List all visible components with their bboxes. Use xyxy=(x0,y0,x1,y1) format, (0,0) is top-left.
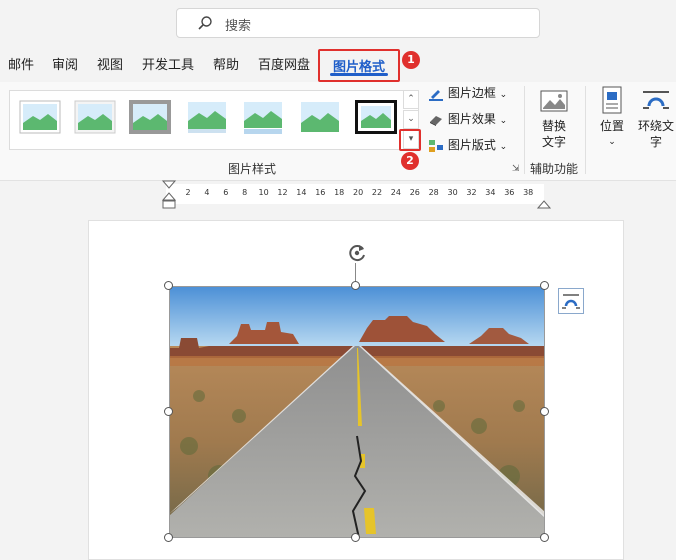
ruler-tick-label: 6 xyxy=(223,188,229,197)
tab-baidu-netdisk[interactable]: 百度网盘 xyxy=(258,54,310,73)
chevron-up-icon: ⌃ xyxy=(407,94,415,104)
picture-layout-label: 图片版式 xyxy=(447,138,496,152)
search-icon xyxy=(197,15,213,35)
ruler-tick-label: 8 xyxy=(242,188,248,197)
style-thumb-reflected[interactable] xyxy=(241,99,285,135)
ruler-tick-label: 26 xyxy=(409,188,420,197)
picture-border-label: 图片边框 xyxy=(447,86,496,100)
ruler-tick-label: 30 xyxy=(447,188,458,197)
resize-handle-bottom[interactable] xyxy=(351,533,360,542)
style-thumb-simple-frame[interactable] xyxy=(18,99,62,135)
ruler-tick-label: 34 xyxy=(485,188,496,197)
horizontal-ruler[interactable]: 2 4 6 8 10 12 14 16 18 20 22 24 26 28 30 32 34 36 38 xyxy=(166,184,544,204)
wrap-text-button[interactable]: 环绕文 字 xyxy=(636,86,676,150)
ruler-tick-label: 12 xyxy=(277,188,288,197)
wrap-text-icon xyxy=(636,86,676,118)
ruler-tick-label: 2 xyxy=(185,188,191,197)
position-label: 位置 xyxy=(599,119,624,133)
ruler-tick-label: 22 xyxy=(371,188,383,197)
picture-layout-button[interactable]: 图片版式 ⌄ xyxy=(428,135,507,155)
tab-review[interactable]: 审阅 xyxy=(52,54,78,73)
resize-handle-left[interactable] xyxy=(164,407,173,416)
position-icon xyxy=(594,86,630,118)
tab-picture-format[interactable]: 图片格式 xyxy=(318,49,400,82)
picture-styles-group-label: 图片样式 xyxy=(228,162,277,176)
ribbon-separator xyxy=(524,86,525,174)
ruler-tick-label: 36 xyxy=(504,188,515,197)
gallery-down-button[interactable]: ⌄ xyxy=(403,110,419,129)
resize-handle-top-left[interactable] xyxy=(164,281,173,290)
smartart-layout-icon xyxy=(428,138,448,152)
dropdown-arrow-icon: ⌄ xyxy=(608,137,616,147)
alt-text-line2: 文字 xyxy=(541,135,566,149)
ruler-tick-label: 14 xyxy=(296,188,307,197)
picture-styles-gallery[interactable] xyxy=(9,90,419,150)
annotation-badge-2: 2 xyxy=(401,152,419,170)
annotation-badge-1: 1 xyxy=(402,51,420,69)
wrap-text-line1: 环绕文 xyxy=(637,119,674,133)
ruler-tick-label: 24 xyxy=(390,188,401,197)
search-box[interactable]: 搜索 xyxy=(176,8,540,38)
pen-icon xyxy=(428,86,448,101)
resize-handle-bottom-left[interactable] xyxy=(164,533,173,542)
indent-marker-icon[interactable] xyxy=(161,180,177,214)
dialog-launcher-icon[interactable]: ⇲ xyxy=(512,164,520,174)
active-tab-underline xyxy=(330,73,388,76)
search-placeholder: 搜索 xyxy=(225,19,252,34)
ruler-tick-label: 38 xyxy=(523,188,534,197)
tab-view[interactable]: 视图 xyxy=(97,54,123,73)
accessibility-group-label: 辅助功能 xyxy=(530,162,579,176)
annotation-highlight-2 xyxy=(399,129,421,151)
tab-help[interactable]: 帮助 xyxy=(213,54,239,73)
style-thumb-metal-frame[interactable] xyxy=(128,99,172,135)
ruler-tick-label: 32 xyxy=(466,188,477,197)
wrap-layout-icon xyxy=(559,294,583,317)
style-thumb-beveled[interactable] xyxy=(73,99,117,135)
picture-effects-button[interactable]: 图片效果 ⌄ xyxy=(428,109,507,129)
picture-effects-label: 图片效果 xyxy=(447,112,496,126)
chevron-down-icon: ⌄ xyxy=(407,114,415,124)
style-thumb-soft-edge[interactable] xyxy=(185,99,229,135)
tab-mail[interactable]: 邮件 xyxy=(8,54,34,73)
ruler-tick-label: 28 xyxy=(428,188,439,197)
rotate-handle-icon[interactable] xyxy=(345,241,369,269)
dropdown-arrow-icon: ⌄ xyxy=(499,142,508,152)
resize-handle-bottom-right[interactable] xyxy=(540,533,549,542)
alt-text-line1: 替换 xyxy=(541,119,566,133)
right-indent-marker-icon[interactable] xyxy=(536,194,552,213)
ruler-tick-label: 18 xyxy=(334,188,345,197)
ruler-tick-label: 16 xyxy=(315,188,326,197)
ruler-tick-label: 20 xyxy=(353,188,364,197)
alt-text-button[interactable]: 替换 文字 xyxy=(532,88,576,150)
dropdown-arrow-icon: ⌄ xyxy=(499,90,508,100)
effects-icon xyxy=(428,112,448,126)
resize-handle-top[interactable] xyxy=(351,281,360,290)
gallery-up-button[interactable]: ⌃ xyxy=(403,90,419,109)
ribbon-separator xyxy=(585,86,586,174)
picture-border-button[interactable]: 图片边框 ⌄ xyxy=(428,83,507,103)
tab-developer[interactable]: 开发工具 xyxy=(142,54,194,73)
style-thumb-black-frame[interactable] xyxy=(354,99,398,135)
ruler-tick-label: 4 xyxy=(204,188,210,197)
position-button[interactable]: 位置 ⌄ xyxy=(594,86,630,150)
wrap-text-line2: 字 xyxy=(649,135,662,149)
ruler-tick-label: 10 xyxy=(258,188,269,197)
resize-handle-top-right[interactable] xyxy=(540,281,549,290)
dropdown-arrow-icon: ⌄ xyxy=(499,116,508,126)
selection-frame xyxy=(169,286,545,538)
layout-options-button[interactable] xyxy=(558,288,584,314)
style-thumb-glow[interactable] xyxy=(298,99,342,135)
alt-text-icon xyxy=(532,88,576,118)
resize-handle-right[interactable] xyxy=(540,407,549,416)
